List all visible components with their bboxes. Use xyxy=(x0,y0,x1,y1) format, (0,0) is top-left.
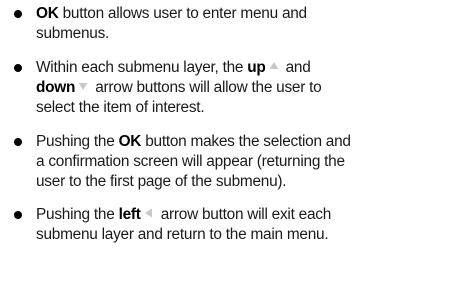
list-item: Pushing the OK button makes the selectio… xyxy=(36,132,448,192)
down-arrow-icon xyxy=(75,79,91,93)
text-line: down arrow buttons will allow the user t… xyxy=(36,79,322,96)
ok-keyword: OK xyxy=(118,133,142,150)
text-line: user to the first page of the submenu). xyxy=(36,173,287,190)
text-line: submenu layer and return to the main men… xyxy=(36,226,329,243)
list-item: Pushing the left arrow button will exit … xyxy=(36,205,448,245)
bullet xyxy=(14,138,22,146)
up-keyword: up xyxy=(247,59,266,76)
list-item: Within each submenu layer, the up and do… xyxy=(36,58,448,118)
up-arrow-icon xyxy=(266,59,282,73)
bullet xyxy=(14,64,22,72)
bullet xyxy=(14,10,22,18)
text-line: Pushing the left arrow button will exit … xyxy=(36,206,332,223)
left-arrow-icon xyxy=(141,206,157,220)
text-line: Within each submenu layer, the up and xyxy=(36,59,311,76)
document: OK button allows user to enter menu and … xyxy=(0,0,453,297)
text-line: Pushing the OK button makes the selectio… xyxy=(36,133,351,150)
left-keyword: left xyxy=(118,206,141,223)
list-item: OK button allows user to enter menu and … xyxy=(36,4,448,44)
text-line: submenus. xyxy=(36,25,110,42)
text-line: OK button allows user to enter menu and xyxy=(36,5,307,22)
bullet xyxy=(14,211,22,219)
text-line: select the item of interest. xyxy=(36,99,205,116)
ok-keyword: OK xyxy=(36,5,59,22)
down-keyword: down xyxy=(36,79,76,96)
text-line: a confirmation screen will appear (retur… xyxy=(36,153,345,170)
